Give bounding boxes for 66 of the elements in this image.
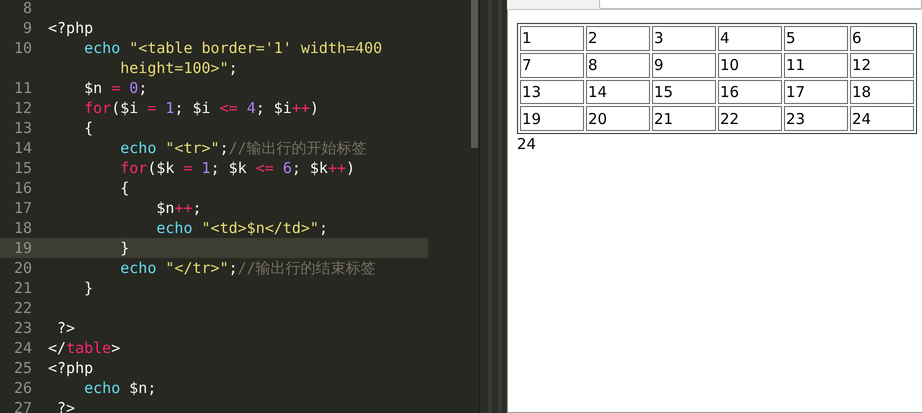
table-cell: 14 [586,80,650,104]
table-cell: 2 [586,26,650,51]
line-number: 26 [12,378,33,398]
line-number: 11 [12,78,33,98]
code-line: echo "<tr>";//输出行的开始标签 [119,138,367,158]
table-cell: 17 [784,80,848,104]
table-cell: 18 [850,80,914,104]
table-cell: 9 [652,52,716,78]
table-cell: 1 [520,26,584,51]
line-number: 27 [12,398,33,413]
code-line: for($k = 1; $k <= 6; $k++) [119,158,356,178]
line-number: 12 [12,98,33,118]
code-line: $n = 0; [83,78,148,98]
table-cell: 22 [718,106,782,131]
code-line: <?php [48,18,94,38]
line-number: 8 [22,0,33,18]
table-cell: 20 [586,106,650,131]
table-cell: 23 [784,106,848,131]
code-line: { [83,118,94,138]
line-number: 22 [12,298,33,318]
table-cell: 11 [784,52,848,78]
address-bar[interactable] [599,0,922,9]
code-line: echo "</tr>";//输出行的结束标签 [119,258,376,278]
line-number: 14 [12,138,33,158]
code-line: <?php [48,358,94,378]
code-line: for($i = 1; $i <= 4; $i++) [83,98,319,118]
line-number: 13 [12,118,33,138]
line-number: 20 [12,258,33,278]
table-cell: 13 [520,80,584,104]
line-number: 10 [12,38,33,58]
line-number: 16 [12,178,33,198]
code-line: ?> [56,398,76,413]
code-line: height=100>"; [119,58,238,78]
table-cell: 7 [520,52,584,78]
line-number: 24 [12,338,33,358]
line-number: 18 [12,218,33,238]
table-cell: 24 [850,106,914,131]
code-line: ?> [56,318,76,338]
line-number: 15 [12,158,33,178]
code-line: echo "<td>$n</td>"; [155,218,328,238]
line-number: 17 [12,198,33,218]
table-cell: 8 [586,52,650,78]
code-line: } [119,238,130,258]
code-line: echo "<table border='1' width=400 [83,38,382,58]
line-number: 23 [12,318,33,338]
table-cell: 4 [718,26,782,51]
table-cell: 6 [850,26,914,51]
table-cell: 12 [850,52,914,78]
code-line: </table> [48,338,120,358]
table-cell: 10 [718,52,782,78]
table-cell: 16 [718,80,782,104]
output-text: 24 [517,135,538,153]
line-number: 25 [12,358,33,378]
code-line: { [119,178,130,198]
scrollbar-thumb[interactable] [471,0,478,148]
table-cell: 19 [520,106,584,131]
table-cell: 3 [652,26,716,51]
line-number: 21 [12,278,33,298]
table-cell: 5 [784,26,848,51]
code-line: echo $n; [83,378,156,398]
line-number: 9 [22,18,33,38]
table-cell: 15 [652,80,716,104]
code-line: } [83,278,94,298]
table-cell: 21 [652,106,716,131]
code-line: $n++; [155,198,202,218]
line-number: 19 [12,238,33,258]
